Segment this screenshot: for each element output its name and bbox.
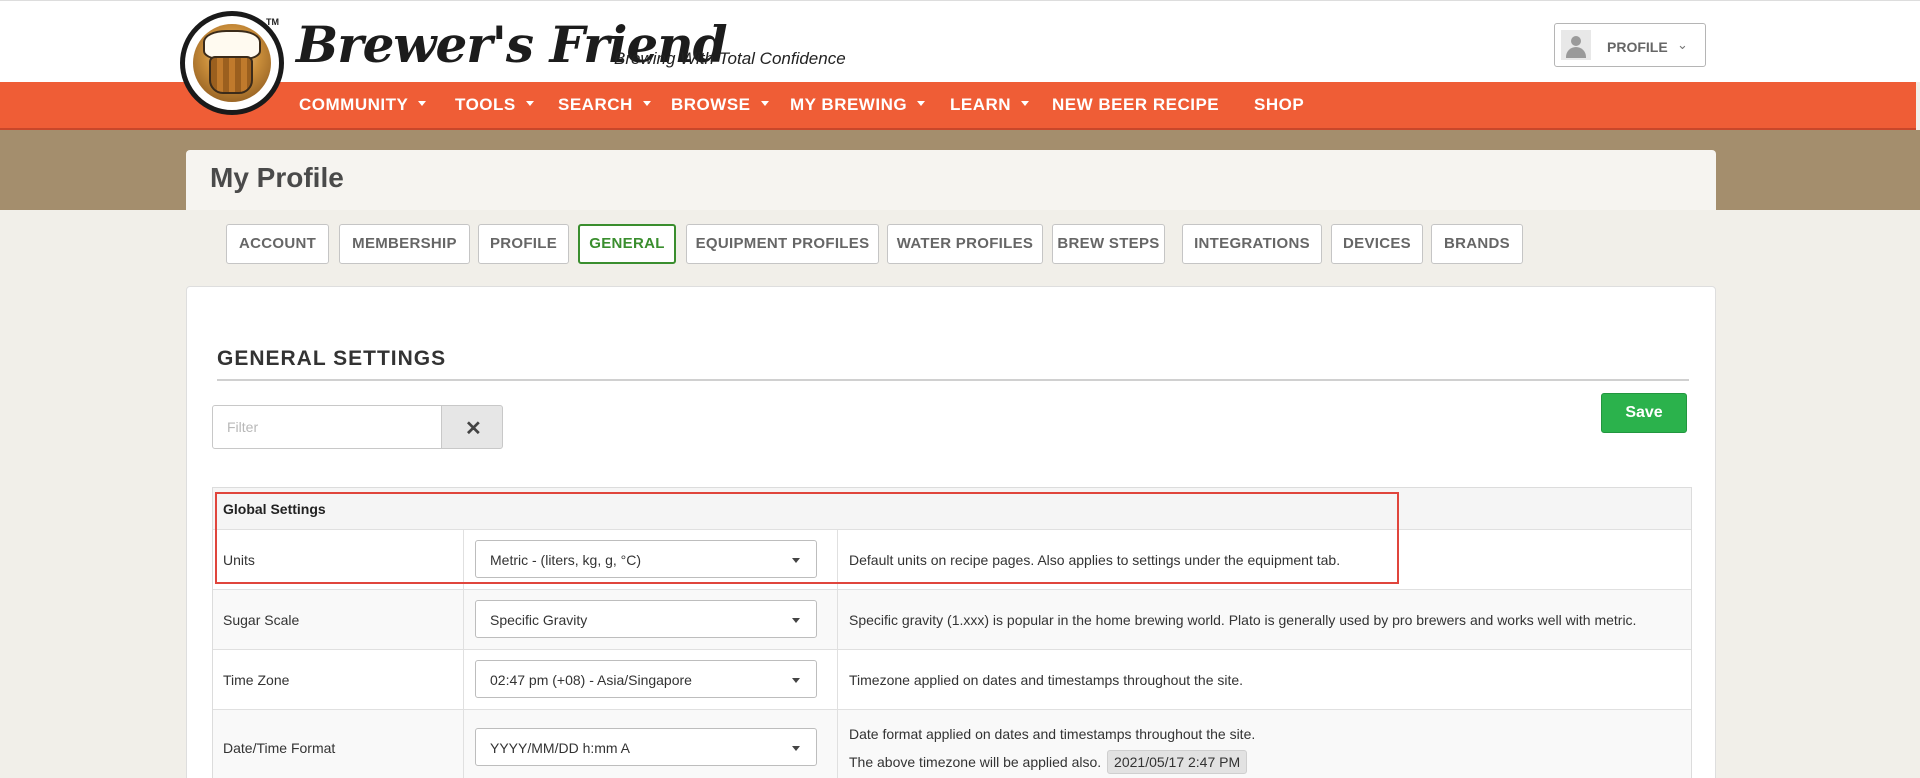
page-title: My Profile	[210, 162, 344, 193]
nav-item-learn[interactable]: LEARN	[950, 95, 1030, 115]
tab-devices[interactable]: DEVICES	[1331, 224, 1423, 264]
nav-item-label: NEW BEER RECIPE	[1052, 95, 1220, 114]
timezone-note: The above timezone will be applied also.	[849, 754, 1102, 770]
beer-mug-logo-icon[interactable]	[180, 11, 284, 115]
brand-tagline: Brewing With Total Confidence	[614, 49, 846, 68]
caret-down-icon	[760, 101, 769, 107]
setting-name: Sugar Scale	[223, 612, 300, 628]
group-label: Global Settings	[223, 501, 326, 517]
setting-row-time-zone: Time Zone 02:47 pm (+08) - Asia/Singapor…	[213, 650, 1691, 710]
setting-description: Specific gravity (1.xxx) is popular in t…	[849, 612, 1637, 628]
title-panel: My Profile	[186, 150, 1716, 210]
select-value: 02:47 pm (+08) - Asia/Singapore	[490, 672, 692, 688]
caret-down-icon	[418, 101, 427, 107]
close-icon: ✕	[465, 418, 482, 440]
select-value: Metric - (liters, kg, g, °C)	[490, 552, 642, 568]
tab-integrations[interactable]: INTEGRATIONS	[1182, 224, 1322, 264]
setting-description: Timezone applied on dates and timestamps…	[849, 672, 1244, 688]
tab-brands[interactable]: BRANDS	[1431, 224, 1523, 264]
nav-item-my-brewing[interactable]: MY BREWING	[790, 95, 926, 115]
caret-down-icon	[917, 101, 926, 107]
column-divider	[463, 650, 464, 709]
setting-name: Time Zone	[223, 672, 290, 688]
column-divider	[463, 590, 464, 649]
units-select[interactable]: Metric - (liters, kg, g, °C)	[475, 540, 817, 578]
tab-account[interactable]: ACCOUNT	[226, 224, 329, 264]
tab-general[interactable]: GENERAL	[578, 224, 676, 264]
settings-card: GENERAL SETTINGS ✕ Save Global Settings …	[186, 286, 1716, 778]
logo-mug	[209, 56, 253, 94]
setting-row-date-time-format: Date/Time Format YYYY/MM/DD h:mm A Date …	[213, 710, 1691, 778]
setting-description: Date format applied on dates and timesta…	[849, 726, 1256, 742]
nav-item-search[interactable]: SEARCH	[558, 95, 651, 115]
select-value: YYYY/MM/DD h:mm A	[490, 740, 631, 756]
caret-down-icon	[1021, 101, 1030, 107]
avatar-head	[1571, 36, 1581, 46]
section-title: GENERAL SETTINGS	[217, 347, 447, 370]
column-divider	[837, 530, 838, 589]
clear-filter-button[interactable]: ✕	[441, 405, 503, 449]
chevron-down-icon	[792, 558, 800, 563]
chevron-down-icon	[792, 678, 800, 683]
nav-item-label: SEARCH	[558, 95, 633, 114]
user-avatar-icon	[1561, 30, 1591, 60]
tab-membership[interactable]: MEMBERSHIP	[339, 224, 470, 264]
setting-description: Default units on recipe pages. Also appl…	[849, 552, 1341, 568]
settings-table: Global Settings Units Metric - (liters, …	[212, 487, 1692, 778]
tab-equipment-profiles[interactable]: EQUIPMENT PROFILES	[686, 224, 879, 264]
setting-description-note: The above timezone will be applied also.…	[849, 750, 1248, 774]
nav-item-label: MY BREWING	[790, 95, 908, 114]
group-header-row: Global Settings	[213, 488, 1691, 530]
column-divider	[463, 530, 464, 589]
tab-water-profiles[interactable]: WATER PROFILES	[887, 224, 1043, 264]
setting-name: Units	[223, 552, 255, 568]
tab-profile[interactable]: PROFILE	[478, 224, 569, 264]
date-format-select[interactable]: YYYY/MM/DD h:mm A	[475, 728, 817, 766]
section-divider	[217, 379, 1689, 381]
column-divider	[837, 650, 838, 709]
time-zone-select[interactable]: 02:47 pm (+08) - Asia/Singapore	[475, 660, 817, 698]
nav-item-label: COMMUNITY	[299, 95, 409, 114]
sugar-scale-select[interactable]: Specific Gravity	[475, 600, 817, 638]
nav-item-new-beer-recipe[interactable]: NEW BEER RECIPE	[1052, 95, 1219, 115]
save-button[interactable]: Save	[1601, 393, 1687, 433]
setting-row-units: Units Metric - (liters, kg, g, °C) Defau…	[213, 530, 1691, 590]
tab-brew-steps[interactable]: BREW STEPS	[1052, 224, 1165, 264]
chevron-down-icon: ⌄	[1677, 37, 1688, 52]
nav-item-browse[interactable]: BROWSE	[671, 95, 769, 115]
main-nav: COMMUNITY TOOLS SEARCH BROWSE MY BREWING…	[0, 82, 1916, 130]
profile-menu-label: PROFILE	[1607, 39, 1668, 55]
nav-item-shop[interactable]: SHOP	[1254, 95, 1304, 115]
chevron-down-icon	[792, 618, 800, 623]
nav-item-label: TOOLS	[455, 95, 516, 114]
date-sample-badge: 2021/05/17 2:47 PM	[1107, 750, 1248, 774]
nav-item-label: BROWSE	[671, 95, 751, 114]
column-divider	[837, 590, 838, 649]
column-divider	[837, 710, 838, 778]
select-value: Specific Gravity	[490, 612, 588, 628]
setting-name: Date/Time Format	[223, 740, 336, 756]
nav-item-label: LEARN	[950, 95, 1012, 114]
caret-down-icon	[525, 101, 534, 107]
setting-row-sugar-scale: Sugar Scale Specific Gravity Specific gr…	[213, 590, 1691, 650]
column-divider	[463, 710, 464, 778]
chevron-down-icon	[792, 746, 800, 751]
avatar-body	[1566, 47, 1586, 58]
site-header: TM Brewer's Friend Brewing With Total Co…	[0, 0, 1920, 115]
profile-menu-button[interactable]: PROFILE ⌄	[1554, 23, 1706, 67]
caret-down-icon	[642, 101, 651, 107]
nav-item-community[interactable]: COMMUNITY	[299, 95, 427, 115]
nav-item-tools[interactable]: TOOLS	[455, 95, 534, 115]
filter-input[interactable]	[212, 405, 442, 449]
nav-item-label: SHOP	[1254, 95, 1305, 114]
